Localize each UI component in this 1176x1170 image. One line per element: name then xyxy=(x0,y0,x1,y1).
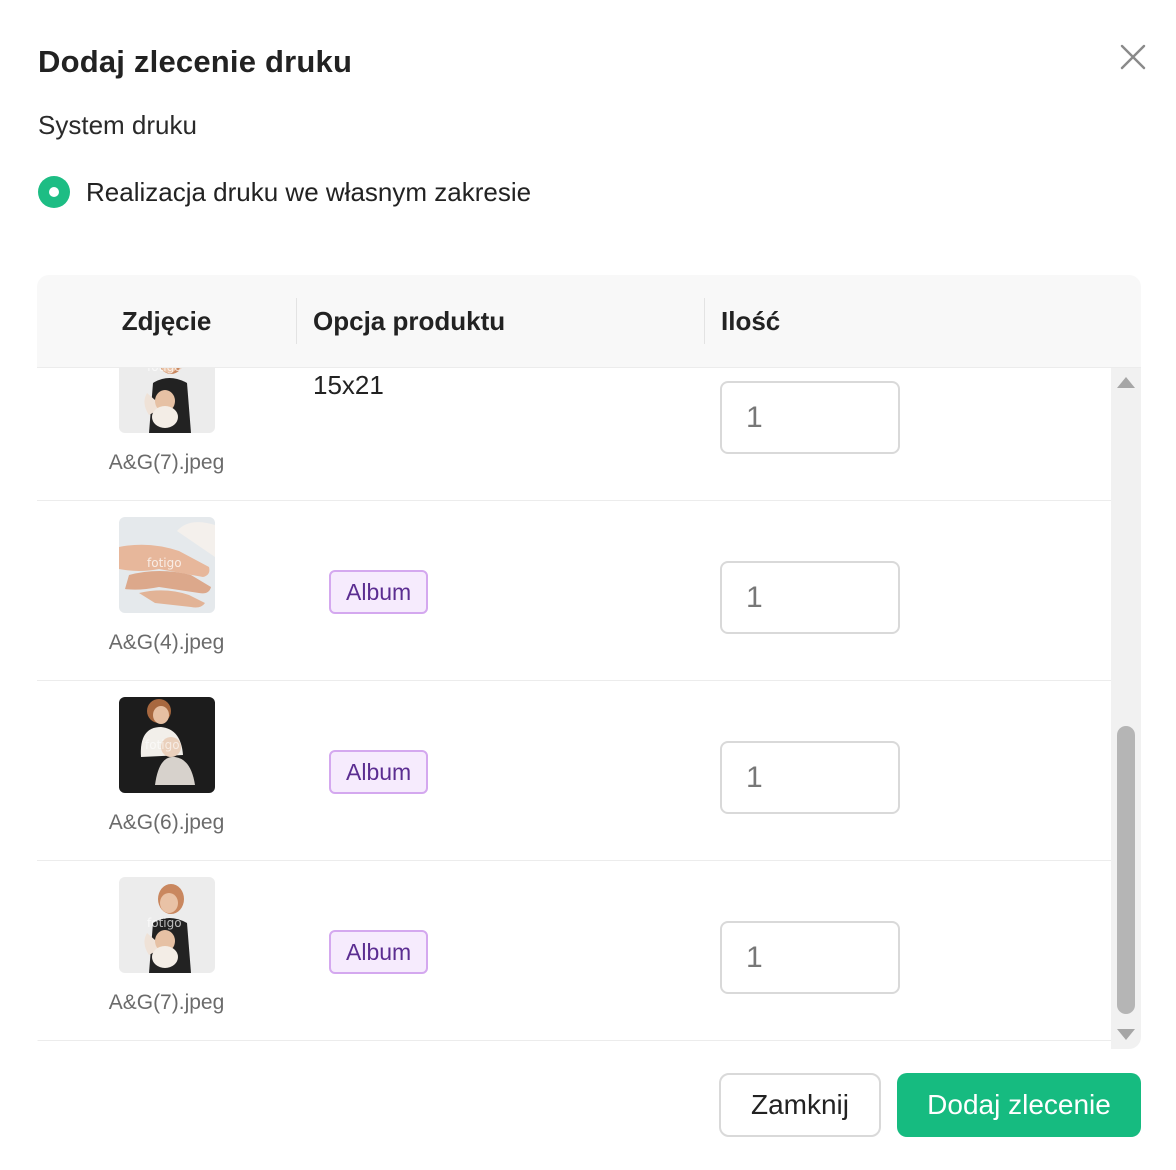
add-order-button[interactable]: Dodaj zlecenie xyxy=(897,1073,1141,1137)
photos-table: Zdjęcie Opcja produktu Ilość A&G(7).jpeg… xyxy=(37,275,1141,1049)
photo-filename: A&G(6).jpeg xyxy=(108,811,225,834)
quantity-input[interactable] xyxy=(720,561,900,634)
product-option-badge: Album xyxy=(329,570,429,614)
product-option-text: 15x21 xyxy=(313,370,384,400)
close-button[interactable]: Zamknij xyxy=(719,1073,881,1137)
column-divider xyxy=(704,298,705,344)
table-row: fotigo A&G(4).jpeg Album xyxy=(37,501,1111,681)
quantity-input[interactable] xyxy=(720,741,900,814)
photo-filename: A&G(7).jpeg xyxy=(108,451,225,474)
quantity-input[interactable] xyxy=(720,381,900,454)
dialog-title: Dodaj zlecenie druku xyxy=(38,44,353,79)
close-icon[interactable] xyxy=(1114,38,1152,76)
svg-text:fotigo: fotigo xyxy=(147,368,182,374)
vertical-scrollbar[interactable] xyxy=(1111,368,1141,1049)
column-header-photo: Zdjęcie xyxy=(121,306,212,336)
column-divider xyxy=(296,298,297,344)
print-option-label: Realizacja druku we własnym zakresie xyxy=(86,176,532,207)
print-system-label: System druku xyxy=(38,110,197,140)
table-row: fotigo A&G(7).jpeg Album xyxy=(37,861,1111,1041)
product-option-badge: Album xyxy=(329,930,429,974)
svg-text:fotigo: fotigo xyxy=(145,738,180,752)
table-row: fotigo A&G(6).jpeg Album xyxy=(37,681,1111,861)
table-rows: fotigo A&G(7).jpeg 15x21 xyxy=(37,368,1111,1041)
column-header-option: Opcja produktu xyxy=(313,306,506,336)
table-header: Zdjęcie Opcja produktu Ilość xyxy=(37,275,1141,368)
photo-filename: A&G(7).jpeg xyxy=(108,991,225,1014)
scrollbar-thumb[interactable] xyxy=(1117,726,1135,1014)
photo-filename: A&G(4).jpeg xyxy=(108,631,225,654)
table-row: fotigo A&G(7).jpeg 15x21 xyxy=(37,368,1111,501)
table-body[interactable]: fotigo A&G(7).jpeg 15x21 xyxy=(37,368,1111,1049)
photo-thumbnail[interactable]: fotigo xyxy=(119,697,215,793)
print-order-dialog: Dodaj zlecenie druku System druku Realiz… xyxy=(0,0,1176,1170)
radio-selected-icon[interactable] xyxy=(38,176,70,208)
print-option-radio[interactable]: Realizacja druku we własnym zakresie xyxy=(38,176,531,208)
quantity-input[interactable] xyxy=(720,921,900,994)
photo-thumbnail[interactable]: fotigo xyxy=(119,517,215,613)
svg-text:fotigo: fotigo xyxy=(147,556,182,570)
photo-thumbnail[interactable]: fotigo xyxy=(119,368,215,433)
scroll-up-arrow-icon[interactable] xyxy=(1111,368,1141,396)
scroll-down-arrow-icon[interactable] xyxy=(1111,1019,1141,1049)
photo-thumbnail[interactable]: fotigo xyxy=(119,877,215,973)
svg-text:fotigo: fotigo xyxy=(147,916,182,930)
column-header-quantity: Ilość xyxy=(721,306,781,336)
product-option-badge: Album xyxy=(329,750,429,794)
